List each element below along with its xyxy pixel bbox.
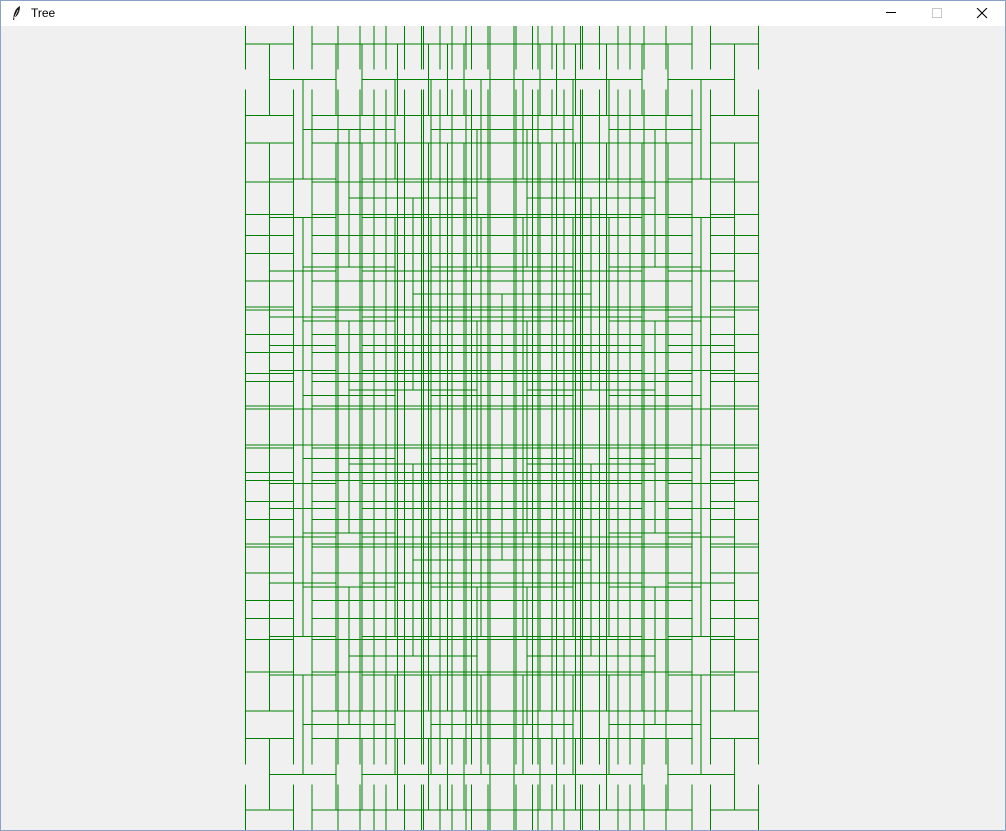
tree-window: Tree — [0, 0, 1006, 831]
close-button[interactable] — [959, 1, 1005, 26]
maximize-button[interactable] — [914, 1, 960, 26]
drawing-canvas[interactable] — [1, 26, 1005, 830]
maximize-icon — [932, 8, 942, 18]
window-title: Tree — [31, 6, 56, 20]
tree-branches — [245, 26, 759, 830]
title-bar[interactable]: Tree — [1, 1, 1005, 26]
minimize-icon — [886, 12, 896, 13]
feather-icon — [9, 5, 25, 21]
minimize-button[interactable] — [868, 1, 914, 26]
tree-fractal — [245, 26, 759, 830]
close-icon — [976, 8, 988, 19]
